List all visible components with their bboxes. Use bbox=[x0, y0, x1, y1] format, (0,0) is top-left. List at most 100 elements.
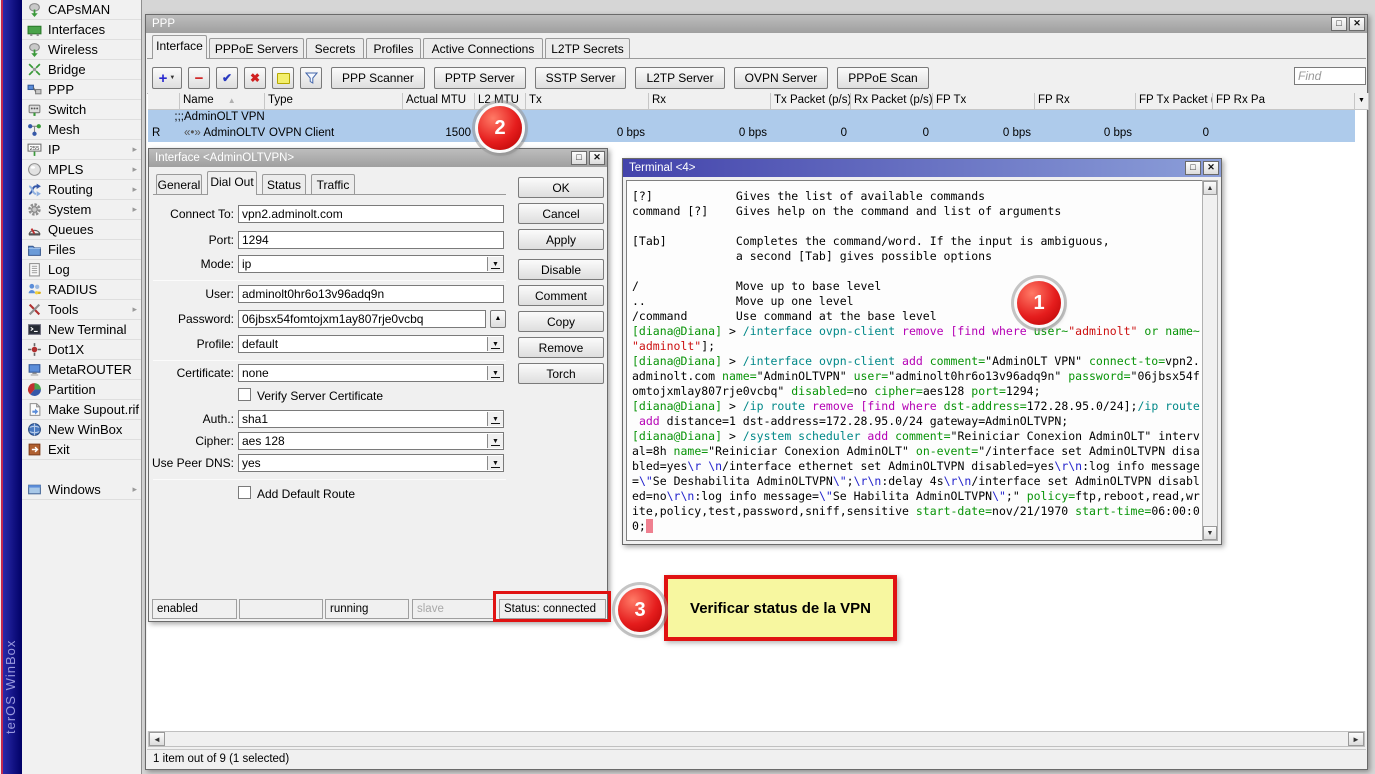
connect-to-input[interactable] bbox=[238, 205, 504, 223]
sidebar-item-log[interactable]: Log bbox=[22, 260, 141, 280]
column-header-flags[interactable] bbox=[148, 93, 180, 110]
chevron-down-icon[interactable]: ▼ bbox=[487, 366, 503, 380]
enable-button[interactable]: ✔ bbox=[216, 67, 238, 89]
sidebar-item-routing[interactable]: Routing▸ bbox=[22, 180, 141, 200]
comment-button[interactable]: Comment bbox=[518, 285, 604, 306]
scroll-up-icon[interactable]: ▲ bbox=[1203, 181, 1217, 195]
sidebar-item-capsman[interactable]: CAPsMAN bbox=[22, 0, 141, 20]
torch-button[interactable]: Torch bbox=[518, 363, 604, 384]
chevron-down-icon[interactable]: ▼ bbox=[487, 412, 503, 426]
password-input[interactable] bbox=[238, 310, 486, 328]
scroll-down-icon[interactable]: ▼ bbox=[1203, 526, 1217, 540]
sidebar-item-new-winbox[interactable]: New WinBox bbox=[22, 420, 141, 440]
user-input[interactable] bbox=[238, 285, 504, 303]
column-header-fp-rx-pa[interactable]: FP Rx Pa bbox=[1213, 93, 1355, 110]
tab-l2tp-secrets[interactable]: L2TP Secrets bbox=[545, 38, 630, 59]
add-button[interactable]: +▼ bbox=[152, 67, 182, 89]
close-icon[interactable]: ✕ bbox=[589, 151, 605, 165]
copy-button[interactable]: Copy bbox=[518, 311, 604, 332]
sidebar-item-mesh[interactable]: Mesh bbox=[22, 120, 141, 140]
chevron-down-icon[interactable]: ▼ bbox=[487, 456, 503, 470]
filter-button[interactable] bbox=[300, 67, 322, 89]
close-icon[interactable]: ✕ bbox=[1349, 17, 1365, 31]
sidebar-item-new-terminal[interactable]: New Terminal bbox=[22, 320, 141, 340]
disable-button[interactable]: ✖ bbox=[244, 67, 266, 89]
column-header-fp-tx[interactable]: FP Tx bbox=[933, 93, 1035, 110]
terminal-titlebar[interactable]: Terminal <4> □ ✕ bbox=[623, 159, 1221, 177]
scroll-left-icon[interactable]: ◄ bbox=[149, 732, 165, 746]
ok-button[interactable]: OK bbox=[518, 177, 604, 198]
add-default-route-checkbox[interactable] bbox=[238, 486, 251, 499]
remove-button[interactable]: − bbox=[188, 67, 210, 89]
sidebar-item-bridge[interactable]: Bridge bbox=[22, 60, 141, 80]
sidebar-item-switch[interactable]: Switch bbox=[22, 100, 141, 120]
cancel-button[interactable]: Cancel bbox=[518, 203, 604, 224]
scroll-right-icon[interactable]: ► bbox=[1348, 732, 1364, 746]
use-peer-dns-select[interactable]: yes ▼ bbox=[238, 454, 504, 472]
column-header-rx-packet-p-s-[interactable]: Rx Packet (p/s) bbox=[851, 93, 933, 110]
column-header-tx[interactable]: Tx bbox=[526, 93, 649, 110]
interface-row-adminoltvpn[interactable]: R«•» AdminOLTVPNOVPN Client15000 bps0 bp… bbox=[148, 126, 1355, 142]
close-icon[interactable]: ✕ bbox=[1203, 161, 1219, 175]
terminal-scrollbar[interactable]: ▲ ▼ bbox=[1202, 180, 1218, 541]
pptp-server-button[interactable]: PPTP Server bbox=[434, 67, 526, 89]
find-input[interactable] bbox=[1294, 67, 1366, 85]
chevron-down-icon[interactable]: ▼ bbox=[487, 337, 503, 351]
column-header-fp-tx-packet-p-s-[interactable]: FP Tx Packet (p/s) bbox=[1136, 93, 1213, 110]
sidebar-item-dot1x[interactable]: Dot1X bbox=[22, 340, 141, 360]
column-header-name[interactable]: Name▲ bbox=[180, 93, 265, 110]
tab-secrets[interactable]: Secrets bbox=[306, 38, 364, 59]
port-input[interactable] bbox=[238, 231, 504, 249]
apply-button[interactable]: Apply bbox=[518, 229, 604, 250]
sidebar-item-make-supout-rif[interactable]: Make Supout.rif bbox=[22, 400, 141, 420]
verify-server-certificate-checkbox[interactable] bbox=[238, 388, 251, 401]
maximize-icon[interactable]: □ bbox=[1331, 17, 1347, 31]
sidebar-item-tools[interactable]: Tools▸ bbox=[22, 300, 141, 320]
profile-select[interactable]: default ▼ bbox=[238, 335, 504, 353]
sidebar-item-ip[interactable]: 255IP▸ bbox=[22, 140, 141, 160]
tab-interface[interactable]: Interface bbox=[152, 35, 207, 59]
column-header-type[interactable]: Type bbox=[265, 93, 403, 110]
column-header-fp-rx[interactable]: FP Rx bbox=[1035, 93, 1136, 110]
certificate-select[interactable]: none ▼ bbox=[238, 364, 504, 382]
interface-dialog-titlebar[interactable]: Interface <AdminOLTVPN> □ ✕ bbox=[149, 149, 607, 167]
sidebar-item-ppp[interactable]: PPP bbox=[22, 80, 141, 100]
column-selector-icon[interactable]: ▼ bbox=[1355, 93, 1369, 110]
sidebar-item-mpls[interactable]: MPLS▸ bbox=[22, 160, 141, 180]
maximize-icon[interactable]: □ bbox=[1185, 161, 1201, 175]
remove-button[interactable]: Remove bbox=[518, 337, 604, 358]
ovpn-server-button[interactable]: OVPN Server bbox=[734, 67, 829, 89]
sidebar-item-exit[interactable]: Exit bbox=[22, 440, 141, 460]
chevron-down-icon[interactable]: ▼ bbox=[487, 257, 503, 271]
comment-button[interactable] bbox=[272, 67, 294, 89]
chevron-down-icon[interactable]: ▼ bbox=[487, 434, 503, 448]
tab-general[interactable]: General bbox=[156, 174, 202, 195]
sidebar-item-wireless[interactable]: Wireless bbox=[22, 40, 141, 60]
sidebar-item-radius[interactable]: RADIUS bbox=[22, 280, 141, 300]
tab-pppoe-servers[interactable]: PPPoE Servers bbox=[209, 38, 304, 59]
password-hide-icon[interactable]: ▲ bbox=[490, 310, 506, 328]
sidebar-item-windows[interactable]: Windows▸ bbox=[22, 480, 141, 500]
column-header-rx[interactable]: Rx bbox=[649, 93, 771, 110]
tab-traffic[interactable]: Traffic bbox=[311, 174, 355, 195]
horizontal-scrollbar[interactable]: ◄ ► bbox=[148, 731, 1365, 747]
column-header-actual-mtu[interactable]: Actual MTU bbox=[403, 93, 475, 110]
maximize-icon[interactable]: □ bbox=[571, 151, 587, 165]
comment-row[interactable]: ;;;AdminOLT VPN bbox=[148, 110, 1355, 126]
cipher-select[interactable]: aes 128 ▼ bbox=[238, 432, 504, 450]
sidebar-item-files[interactable]: Files bbox=[22, 240, 141, 260]
l2tp-server-button[interactable]: L2TP Server bbox=[635, 67, 724, 89]
auth-select[interactable]: sha1 ▼ bbox=[238, 410, 504, 428]
ppp-window-titlebar[interactable]: PPP □ ✕ bbox=[146, 15, 1367, 33]
tab-dial-out[interactable]: Dial Out bbox=[207, 171, 257, 195]
tab-active-connections[interactable]: Active Connections bbox=[423, 38, 543, 59]
sidebar-item-interfaces[interactable]: Interfaces bbox=[22, 20, 141, 40]
sidebar-item-queues[interactable]: Queues bbox=[22, 220, 141, 240]
column-header-tx-packet-p-s-[interactable]: Tx Packet (p/s) bbox=[771, 93, 851, 110]
sidebar-item-metarouter[interactable]: MetaROUTER bbox=[22, 360, 141, 380]
sidebar-item-partition[interactable]: Partition bbox=[22, 380, 141, 400]
mode-select[interactable]: ip ▼ bbox=[238, 255, 504, 273]
sstp-server-button[interactable]: SSTP Server bbox=[535, 67, 627, 89]
pppoe-scan-button[interactable]: PPPoE Scan bbox=[837, 67, 928, 89]
ppp-scanner-button[interactable]: PPP Scanner bbox=[331, 67, 425, 89]
